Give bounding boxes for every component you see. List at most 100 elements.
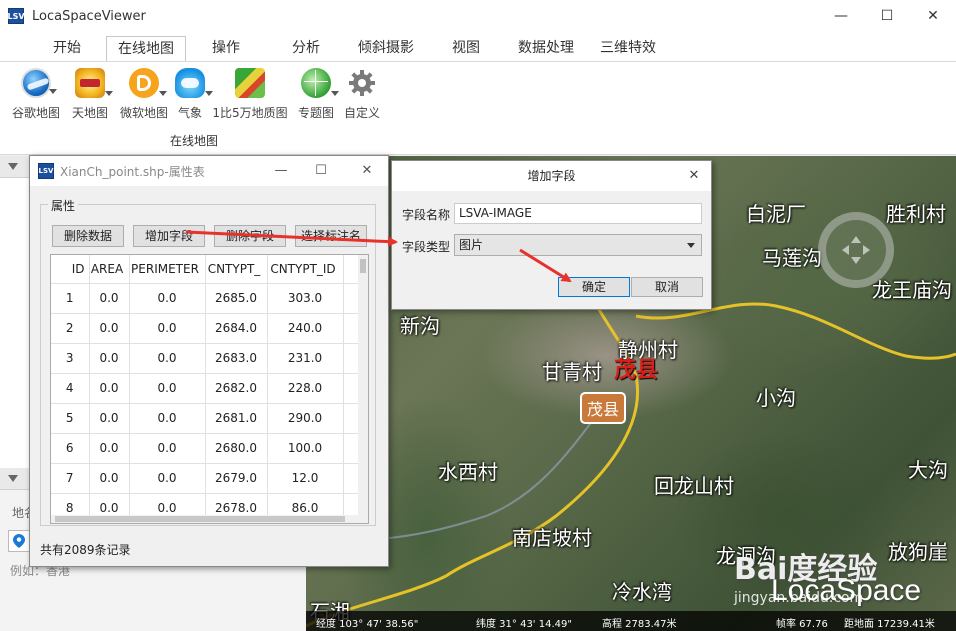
tianditu-label: 天地图 xyxy=(71,106,108,120)
bing-map-label: 微软地图 xyxy=(119,106,168,120)
map-label: 放狗崖 xyxy=(888,540,948,564)
scrollbar-thumb[interactable] xyxy=(55,516,345,522)
thematic-map-label: 专题图 xyxy=(297,106,334,120)
table-cell: 0.0 xyxy=(89,463,130,494)
weather-button[interactable]: 气象 xyxy=(174,68,213,124)
navigation-compass[interactable] xyxy=(818,212,894,288)
table-cell: 303.0 xyxy=(267,283,344,314)
table-cell: 100.0 xyxy=(267,433,344,464)
delete-data-button[interactable]: 删除数据 xyxy=(52,225,124,247)
vertical-scrollbar[interactable] xyxy=(358,255,368,523)
select-label-button[interactable]: 选择标注名 xyxy=(295,225,367,247)
weather-cloud-icon xyxy=(175,68,213,98)
tianditu-icon xyxy=(75,68,113,98)
collapse-icon xyxy=(8,475,18,482)
ribbon-panel: 谷歌地图 天地图 微软地图 气象 1比5万地质图 专题图 自定义 在线地图 xyxy=(0,61,956,155)
ok-button[interactable]: 确定 xyxy=(558,277,630,297)
maximize-button[interactable]: ☐ xyxy=(306,160,336,182)
table-cell: 2682.0 xyxy=(205,373,268,404)
table-cell: 231.0 xyxy=(267,343,344,374)
column-header-cntypt-id[interactable]: CNTYPT_ID xyxy=(267,255,344,284)
column-header-perimeter[interactable]: PERIMETER xyxy=(129,255,206,284)
table-cell xyxy=(343,283,360,314)
close-button[interactable]: ✕ xyxy=(352,160,382,182)
maximize-button[interactable]: ☐ xyxy=(864,0,910,32)
tab-operate[interactable]: 操作 xyxy=(200,36,252,62)
table-body: 1 0.0 0.0 2685.0 303.0 2 0.0 0.0 2684.0 240.0 30… xyxy=(51,283,360,523)
map-label: 甘青村 xyxy=(542,360,602,384)
attribute-table[interactable]: ID AREA PERIMETER CNTYPT_ CNTYPT_ID 1 0.0… xyxy=(50,254,369,524)
column-header-area[interactable]: AREA xyxy=(89,255,130,284)
weather-label: 气象 xyxy=(177,106,202,120)
county-name-label: 茂县 xyxy=(614,358,659,383)
horizontal-scrollbar[interactable] xyxy=(51,515,360,523)
field-type-select[interactable]: 图片 xyxy=(454,234,702,256)
attribute-window-titlebar[interactable]: LSV XianCh_point.shp-属性表 — ☐ ✕ xyxy=(30,156,388,186)
table-cell: 0.0 xyxy=(89,433,130,464)
tab-data-processing[interactable]: 数据处理 xyxy=(510,36,582,62)
attribute-data-table: ID AREA PERIMETER CNTYPT_ CNTYPT_ID 1 0.0… xyxy=(51,255,360,523)
table-cell: 2684.0 xyxy=(205,313,268,344)
table-cell xyxy=(343,433,360,464)
map-label: 龙王庙沟 xyxy=(872,278,952,302)
tab-start[interactable]: 开始 xyxy=(40,36,94,62)
dialog-close-button[interactable]: ✕ xyxy=(683,165,705,187)
table-cell xyxy=(343,403,360,434)
altitude-readout: 高程 2783.47米 xyxy=(602,619,677,630)
tab-view[interactable]: 视图 xyxy=(440,36,492,62)
tianditu-button[interactable]: 天地图 xyxy=(68,68,113,124)
table-cell: 6 xyxy=(51,433,90,464)
table-cell: 2683.0 xyxy=(205,343,268,374)
tab-analysis[interactable]: 分析 xyxy=(280,36,332,62)
table-row[interactable]: 3 0.0 0.0 2683.0 231.0 xyxy=(51,343,360,374)
table-cell: 2680.0 xyxy=(205,433,268,464)
field-type-value: 图片 xyxy=(459,238,484,252)
column-header-id[interactable]: ID xyxy=(51,255,90,284)
table-cell: 0.0 xyxy=(89,283,130,314)
frame-rate-readout: 帧率 67.76 xyxy=(776,619,828,630)
custom-button[interactable]: 自定义 xyxy=(342,68,382,124)
table-row[interactable]: 5 0.0 0.0 2681.0 290.0 xyxy=(51,403,360,434)
table-cell: 0.0 xyxy=(129,403,206,434)
attribute-table-window: LSV XianCh_point.shp-属性表 — ☐ ✕ 属性 删除数据 增… xyxy=(29,155,389,567)
table-row[interactable]: 1 0.0 0.0 2685.0 303.0 xyxy=(51,283,360,314)
map-label: 小沟 xyxy=(756,386,796,410)
table-row[interactable]: 7 0.0 0.0 2679.0 12.0 xyxy=(51,463,360,494)
county-badge[interactable]: 茂县 xyxy=(580,392,626,424)
table-row[interactable]: 6 0.0 0.0 2680.0 100.0 xyxy=(51,433,360,464)
google-map-button[interactable]: 谷歌地图 xyxy=(10,68,62,124)
table-cell: 228.0 xyxy=(267,373,344,404)
custom-label: 自定义 xyxy=(343,106,380,120)
pan-arrows-icon xyxy=(842,236,870,264)
map-label: 回龙山村 xyxy=(654,474,734,498)
minimize-button[interactable]: — xyxy=(266,160,296,182)
geology-map-button[interactable]: 1比5万地质图 xyxy=(212,68,288,124)
ribbon-group-label: 在线地图 xyxy=(170,134,219,148)
app-logo-icon: LSV xyxy=(7,8,25,24)
latitude-readout: 纬度 31° 43' 14.49" xyxy=(476,619,572,630)
thematic-map-button[interactable]: 专题图 xyxy=(296,68,339,124)
status-bar: 经度 103° 47' 38.56" 纬度 31° 43' 14.49" 高程 … xyxy=(306,611,956,631)
add-field-button[interactable]: 增加字段 xyxy=(133,225,205,247)
table-cell: 240.0 xyxy=(267,313,344,344)
bing-map-button[interactable]: 微软地图 xyxy=(118,68,170,124)
table-cell: 0.0 xyxy=(129,343,206,374)
table-row[interactable]: 2 0.0 0.0 2684.0 240.0 xyxy=(51,313,360,344)
tab-3d-effects[interactable]: 三维特效 xyxy=(592,36,664,62)
google-earth-icon xyxy=(21,68,57,98)
location-pin-icon xyxy=(13,534,25,548)
scrollbar-thumb[interactable] xyxy=(360,259,366,273)
cancel-button[interactable]: 取消 xyxy=(631,277,703,297)
minimize-button[interactable]: — xyxy=(818,0,864,32)
map-label: 冷水湾 xyxy=(612,580,672,604)
tab-online-map[interactable]: 在线地图 xyxy=(106,36,186,62)
tab-oblique-photo[interactable]: 倾斜摄影 xyxy=(350,36,422,62)
table-cell: 2685.0 xyxy=(205,283,268,314)
column-header-cntypt[interactable]: CNTYPT_ xyxy=(205,255,268,284)
table-cell: 0.0 xyxy=(129,463,206,494)
google-map-label: 谷歌地图 xyxy=(11,106,60,120)
table-row[interactable]: 4 0.0 0.0 2682.0 228.0 xyxy=(51,373,360,404)
close-button[interactable]: ✕ xyxy=(910,0,956,32)
delete-field-button[interactable]: 删除字段 xyxy=(214,225,286,247)
field-name-input[interactable]: LSVA-IMAGE xyxy=(454,203,702,224)
